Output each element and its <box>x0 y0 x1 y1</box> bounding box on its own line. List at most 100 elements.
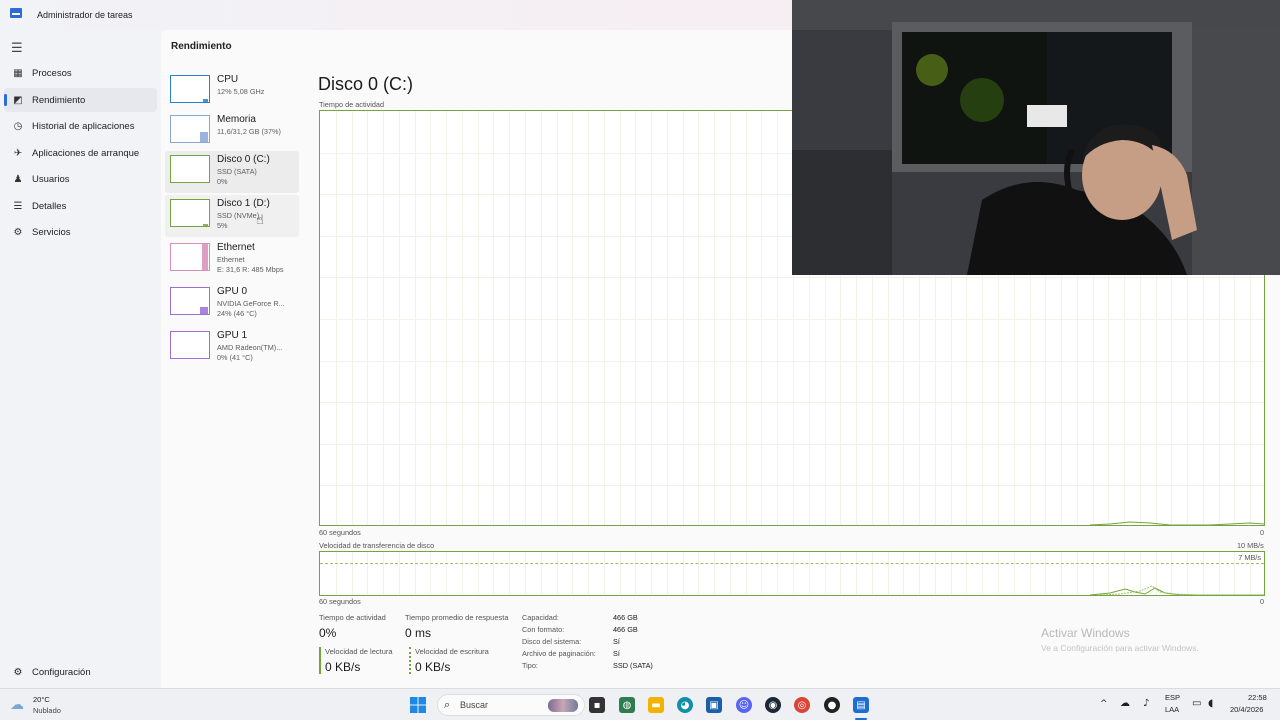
transfer-graph-line <box>1089 585 1264 595</box>
disk-property-key: Tipo: <box>522 661 538 670</box>
webcam-overlay <box>792 0 1280 275</box>
chrome-icon[interactable]: ◎ <box>794 697 810 713</box>
settings-label: Configuración <box>32 666 91 678</box>
activity-graph-label: Tiempo de actividad <box>319 100 385 109</box>
resource-detail: 12% 5,08 GHz <box>217 87 265 96</box>
task-manager-taskbar-icon[interactable]: ▤ <box>853 697 869 713</box>
mouse-cursor-icon: ☝ <box>256 213 264 228</box>
edge-browser-icon[interactable]: ◕ <box>677 697 693 713</box>
page-title: Rendimiento <box>171 41 232 52</box>
weather-desc: Nublado <box>33 706 61 715</box>
clock-date[interactable]: 20/4/2026 <box>1230 705 1263 714</box>
resource-thumbnail-graph <box>170 75 210 103</box>
resource-usage: E: 31,6 R: 485 Mbps <box>217 265 284 274</box>
resource-item-gpu-0[interactable]: GPU 0 NVIDIA GeForce R... 24% (46 °C) <box>165 283 299 325</box>
resource-name: CPU <box>217 74 239 85</box>
resource-thumbnail-graph <box>170 199 210 227</box>
resource-detail: 11,6/31,2 GB (37%) <box>217 127 281 136</box>
task-view-icon[interactable]: ▪ <box>589 697 605 713</box>
activity-zero-label: 0 <box>1260 528 1265 537</box>
resource-thumbnail-graph <box>170 331 210 359</box>
sidebar-item-historial-de-aplicaciones[interactable]: ◷ Historial de aplicaciones <box>4 114 157 138</box>
write-speed-value: 0 KB/s <box>415 660 451 674</box>
details-icon: ☰ <box>13 200 23 212</box>
clock-time[interactable]: 22:58 <box>1248 693 1267 702</box>
sidebar-item-servicios[interactable]: ⚙ Servicios <box>4 220 157 244</box>
write-speed-bar <box>409 647 411 674</box>
start-button[interactable] <box>410 697 426 713</box>
active-time-value: 0% <box>319 626 337 640</box>
resource-thumbnail-graph <box>170 287 210 315</box>
onedrive-icon[interactable]: ☁ <box>1120 698 1130 709</box>
resource-usage-fill <box>203 98 208 102</box>
keyboard-layout[interactable]: LAA <box>1165 705 1179 714</box>
disk-property-value: 466 GB <box>613 625 638 634</box>
sidebar-item-usuarios[interactable]: ♟ Usuarios <box>4 167 157 191</box>
read-speed-label: Velocidad de lectura <box>325 647 393 656</box>
window-title: Administrador de tareas <box>37 10 133 20</box>
resource-detail: Ethernet <box>217 255 245 264</box>
sidebar-item-detalles[interactable]: ☰ Detalles <box>4 194 157 218</box>
volume-icon[interactable]: ◖ <box>1208 698 1213 709</box>
network-icon[interactable]: ▭ <box>1192 698 1201 709</box>
weather-widget[interactable]: ☁ 20°C Nublado <box>10 693 90 717</box>
response-time-value: 0 ms <box>405 626 432 640</box>
response-time-label: Tiempo promedio de respuesta <box>405 613 509 622</box>
processes-icon: ▦ <box>13 67 23 79</box>
transfer-max-label: 10 MB/s <box>1237 541 1264 550</box>
resource-item-disco-0-c[interactable]: Disco 0 (C:) SSD (SATA) 0% <box>165 151 299 193</box>
history-icon: ◷ <box>13 120 23 132</box>
read-speed-bar <box>319 647 321 674</box>
resource-thumbnail-graph <box>170 243 210 271</box>
sidebar-item-label: Servicios <box>32 226 71 238</box>
resource-usage-fill <box>200 131 208 142</box>
taskbar: ☁ 20°C Nublado ⌕ Buscar ▪ ◍ ▬ ◕ ▣ ☺ ◉ ◎ … <box>0 688 1280 720</box>
app-icon-dark[interactable]: ● <box>824 697 840 713</box>
file-explorer-icon[interactable]: ▬ <box>648 697 664 713</box>
resource-name: GPU 0 <box>217 286 248 297</box>
gear-icon: ⚙ <box>13 666 23 678</box>
search-placeholder: Buscar <box>460 700 489 710</box>
microphone-icon[interactable]: ♪ <box>1143 698 1149 709</box>
active-time-label: Tiempo de actividad <box>319 613 386 622</box>
search-highlight-icon <box>548 699 578 712</box>
resource-detail: SSD (SATA) <box>217 167 257 176</box>
resource-name: Disco 1 (D:) <box>217 198 270 209</box>
resource-thumbnail-graph <box>170 115 210 143</box>
sidebar-item-rendimiento[interactable]: ◩ Rendimiento <box>4 88 157 112</box>
hamburger-menu-icon[interactable]: ☰ <box>11 41 23 56</box>
sidebar-item-label: Historial de aplicaciones <box>32 120 135 132</box>
users-icon: ♟ <box>13 173 23 185</box>
sidebar-item-procesos[interactable]: ▦ Procesos <box>4 61 157 85</box>
resource-usage: 0% (41 °C) <box>217 353 253 362</box>
resource-item-ethernet[interactable]: Ethernet Ethernet E: 31,6 R: 485 Mbps <box>165 239 299 281</box>
xbox-app-icon[interactable]: ◍ <box>619 697 635 713</box>
resource-detail: NVIDIA GeForce R... <box>217 299 285 308</box>
sidebar-item-label: Usuarios <box>32 173 70 185</box>
show-hidden-icons-chevron-icon[interactable]: ^ <box>1100 699 1108 709</box>
resource-name: Ethernet <box>217 242 255 253</box>
settings-button[interactable]: ⚙ Configuración <box>4 661 157 683</box>
discord-icon[interactable]: ☺ <box>736 697 752 713</box>
transfer-graph: 7 MB/s <box>319 551 1265 596</box>
sidebar-item-aplicaciones-de-arranque[interactable]: ✈ Aplicaciones de arranque <box>4 141 157 165</box>
steam-icon[interactable]: ◉ <box>765 697 781 713</box>
task-manager-icon <box>10 8 22 18</box>
disk-property-value: SSD (SATA) <box>613 661 653 670</box>
search-icon: ⌕ <box>444 698 451 711</box>
store-icon[interactable]: ▣ <box>706 697 722 713</box>
resource-item-gpu-1[interactable]: GPU 1 AMD Radeon(TM)... 0% (41 °C) <box>165 327 299 369</box>
read-speed-value: 0 KB/s <box>325 660 361 674</box>
resource-item-cpu[interactable]: CPU 12% 5,08 GHz <box>165 71 299 113</box>
resource-name: Disco 0 (C:) <box>217 154 270 165</box>
transfer-zero-label: 0 <box>1260 597 1265 606</box>
resource-item-memoria[interactable]: Memoria 11,6/31,2 GB (37%) <box>165 111 299 153</box>
resource-item-disco-1-d[interactable]: Disco 1 (D:) SSD (NVMe) 5% <box>165 195 299 237</box>
activation-watermark-title: Activar Windows <box>1041 626 1130 640</box>
sidebar: ☰ ▦ Procesos ◩ Rendimiento ◷ Historial de apl… <box>0 30 161 688</box>
resource-usage: 24% (46 °C) <box>217 309 257 318</box>
resource-usage-fill <box>202 244 208 270</box>
search-input[interactable]: ⌕ Buscar <box>437 694 585 716</box>
services-icon: ⚙ <box>13 226 23 238</box>
language-code[interactable]: ESP <box>1165 693 1180 702</box>
